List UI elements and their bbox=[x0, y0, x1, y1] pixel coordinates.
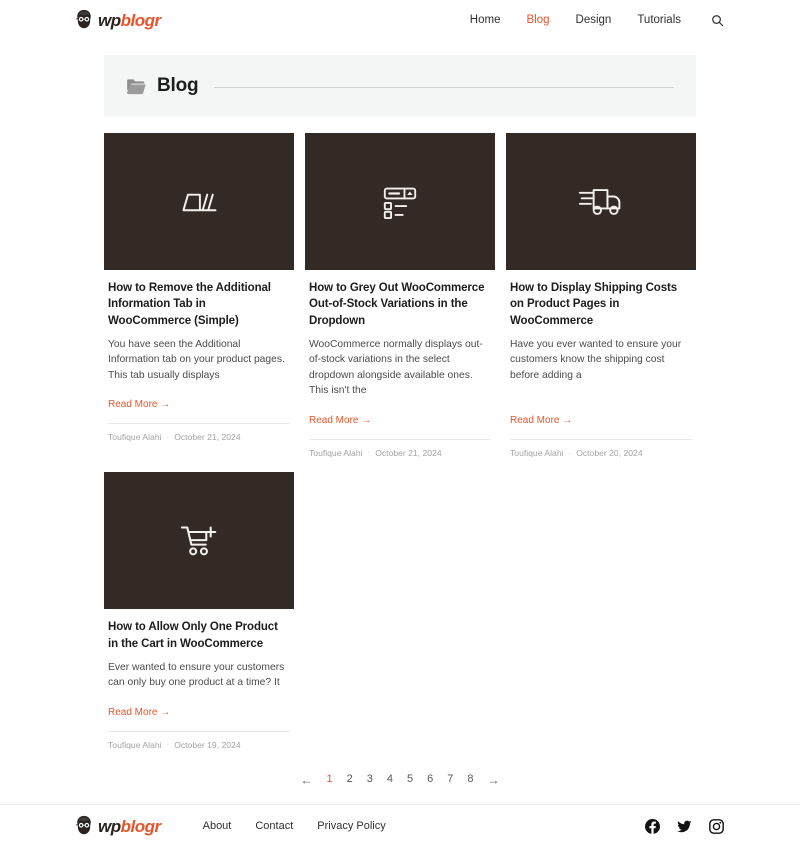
site-header: wpblogr Home Blog Design Tutorials bbox=[0, 0, 800, 40]
pagination-page-5[interactable]: 5 bbox=[407, 774, 413, 785]
add-to-cart-icon bbox=[180, 526, 217, 556]
delivery-truck-icon bbox=[578, 188, 621, 215]
pagination-page-2[interactable]: 2 bbox=[347, 774, 353, 785]
posts-area: How to Remove the Additional Information… bbox=[0, 117, 800, 750]
post-meta: Toufique Alahi · October 21, 2024 bbox=[309, 438, 491, 458]
instagram-link[interactable] bbox=[709, 818, 724, 834]
meta-separator: · bbox=[367, 448, 371, 458]
bearded-face-logo-icon bbox=[76, 816, 91, 835]
post-date: October 19, 2024 bbox=[174, 739, 241, 750]
post-excerpt: Have you ever wanted to ensure your cust… bbox=[510, 338, 682, 381]
read-more-link[interactable]: Read More → bbox=[108, 707, 170, 718]
nav-item-blog[interactable]: Blog bbox=[526, 14, 549, 26]
meta-separator: · bbox=[166, 740, 170, 750]
footer-logo-text-primary: wp bbox=[98, 816, 121, 836]
instagram-icon bbox=[709, 818, 724, 834]
pagination-page-4[interactable]: 4 bbox=[387, 774, 393, 785]
post-title: How to Remove the Additional Information… bbox=[108, 282, 271, 327]
post-thumbnail[interactable] bbox=[305, 133, 495, 270]
post-title: How to Display Shipping Costs on Product… bbox=[510, 282, 678, 327]
pagination-page-8[interactable]: 8 bbox=[467, 774, 473, 785]
logo-text-accent: blogr bbox=[120, 10, 162, 30]
post-author: Toufique Alahi bbox=[108, 739, 162, 750]
pagination-page-7[interactable]: 7 bbox=[447, 774, 453, 785]
twitter-icon bbox=[677, 820, 692, 833]
post-thumbnail[interactable] bbox=[506, 133, 696, 270]
nav-item-home[interactable]: Home bbox=[470, 14, 501, 26]
meta-separator: · bbox=[166, 432, 170, 442]
logo-text-primary: wp bbox=[98, 10, 121, 30]
footer-social-links bbox=[645, 818, 724, 834]
post-excerpt: WooCommerce normally displays out-of-sto… bbox=[309, 338, 483, 397]
meta-separator: · bbox=[568, 448, 572, 458]
footer-logo-wordmark: wpblogr bbox=[98, 818, 161, 835]
main-navigation: Home Blog Design Tutorials bbox=[470, 14, 724, 27]
search-button[interactable] bbox=[711, 14, 724, 27]
pagination-page-1[interactable]: 1 bbox=[327, 774, 333, 785]
facebook-link[interactable] bbox=[645, 818, 660, 834]
pagination-next[interactable]: → bbox=[488, 774, 500, 786]
pagination-prev[interactable]: ← bbox=[301, 774, 313, 786]
bearded-face-logo-icon bbox=[76, 9, 91, 29]
post-excerpt: You have seen the Additional Information… bbox=[108, 338, 285, 381]
read-more-link[interactable]: Read More → bbox=[309, 415, 371, 426]
logo-wordmark: wpblogr bbox=[98, 12, 161, 29]
pagination-page-6[interactable]: 6 bbox=[427, 774, 433, 785]
post-card[interactable]: How to Display Shipping Costs on Product… bbox=[506, 133, 696, 458]
post-thumbnail[interactable] bbox=[104, 133, 294, 270]
post-author: Toufique Alahi bbox=[108, 432, 162, 443]
footer-link-privacy-policy[interactable]: Privacy Policy bbox=[317, 820, 385, 832]
blog-listing-page: wpblogr Home Blog Design Tutorials Blog bbox=[0, 0, 800, 848]
post-title: How to Allow Only One Product in the Car… bbox=[108, 621, 278, 650]
read-more-link[interactable]: Read More → bbox=[108, 399, 170, 410]
post-thumbnail[interactable] bbox=[104, 472, 294, 610]
search-icon bbox=[712, 14, 724, 26]
pagination: ← 1 2 3 4 5 6 7 8 → bbox=[0, 750, 800, 804]
post-excerpt: Ever wanted to ensure your customers can… bbox=[108, 661, 285, 689]
nav-item-design[interactable]: Design bbox=[576, 14, 612, 26]
footer-logo[interactable]: wpblogr bbox=[72, 814, 161, 838]
twitter-link[interactable] bbox=[677, 819, 692, 834]
post-card[interactable]: How to Remove the Additional Information… bbox=[104, 133, 294, 458]
footer-link-about[interactable]: About bbox=[203, 820, 232, 832]
facebook-icon bbox=[645, 818, 660, 834]
post-date: October 21, 2024 bbox=[375, 447, 442, 458]
post-grid: How to Remove the Additional Information… bbox=[104, 133, 696, 750]
post-date: October 20, 2024 bbox=[576, 448, 643, 459]
post-meta: Toufique Alahi · October 21, 2024 bbox=[108, 423, 290, 442]
post-author: Toufique Alahi bbox=[510, 448, 564, 459]
post-author: Toufique Alahi bbox=[309, 447, 363, 458]
blog-banner: Blog bbox=[104, 55, 696, 117]
site-footer: wpblogr About Contact Privacy Policy bbox=[0, 803, 800, 848]
post-card[interactable]: How to Allow Only One Product in the Car… bbox=[104, 472, 294, 750]
read-more-link[interactable]: Read More → bbox=[510, 415, 572, 426]
footer-link-contact[interactable]: Contact bbox=[255, 820, 293, 832]
post-date: October 21, 2024 bbox=[174, 432, 241, 443]
post-card[interactable]: How to Grey Out WooCommerce Out-of-Stock… bbox=[305, 133, 495, 458]
footer-logo-text-accent: blogr bbox=[120, 816, 162, 836]
pagination-page-3[interactable]: 3 bbox=[367, 774, 373, 785]
browser-tabs-icon bbox=[182, 193, 217, 211]
post-title: How to Grey Out WooCommerce Out-of-Stock… bbox=[309, 282, 485, 327]
site-logo[interactable]: wpblogr bbox=[72, 8, 161, 32]
nav-item-tutorials[interactable]: Tutorials bbox=[637, 14, 681, 26]
page-title: Blog bbox=[157, 75, 199, 96]
post-meta: Toufique Alahi · October 19, 2024 bbox=[108, 730, 290, 750]
folder-icon bbox=[127, 78, 146, 94]
footer-navigation: About Contact Privacy Policy bbox=[203, 820, 386, 832]
post-meta: Toufique Alahi · October 20, 2024 bbox=[510, 439, 692, 458]
dropdown-select-icon bbox=[383, 187, 417, 219]
banner-divider bbox=[214, 87, 674, 88]
